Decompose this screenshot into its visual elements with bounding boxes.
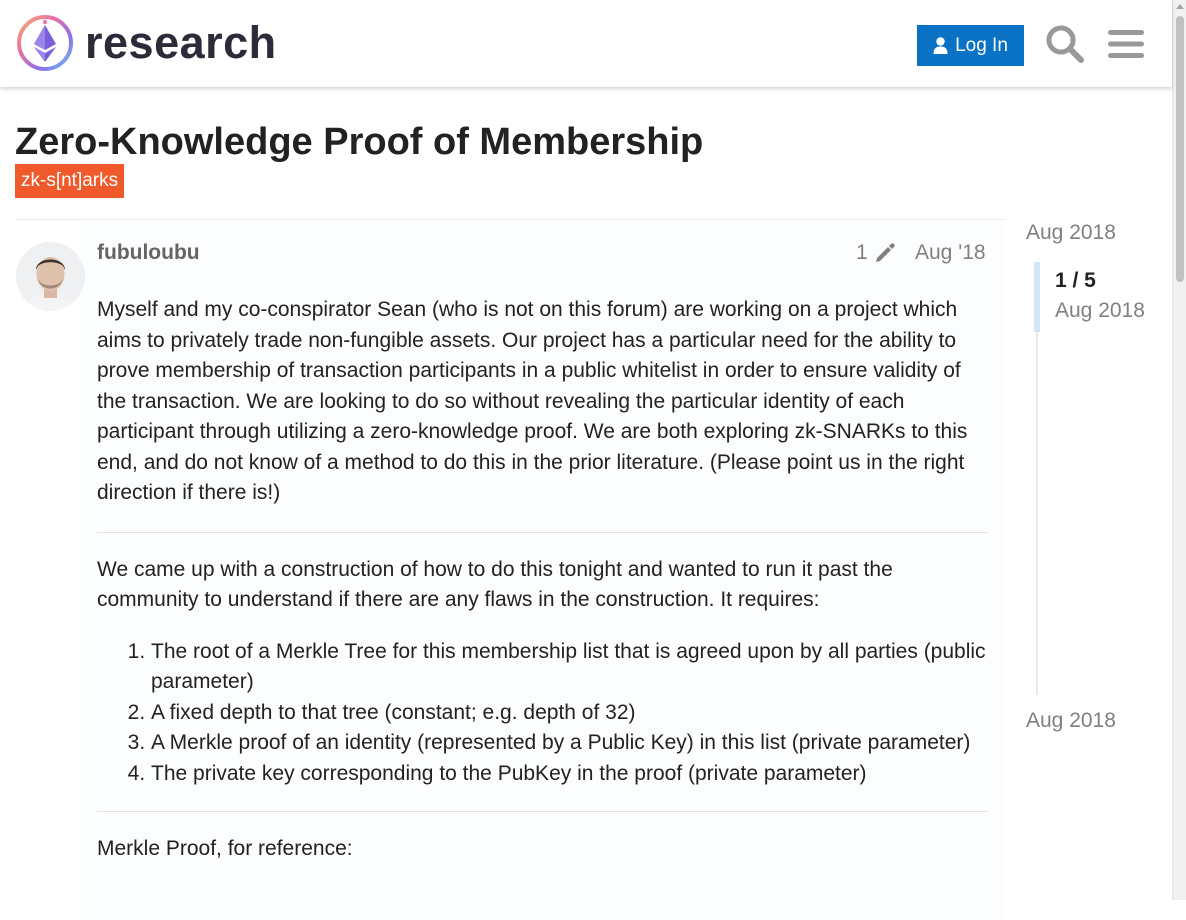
- page-scrollbar[interactable]: [1172, 0, 1186, 900]
- category-badge[interactable]: zk-s[nt]arks: [15, 164, 125, 198]
- hamburger-menu-icon: [1108, 30, 1144, 58]
- post-paragraph: Merkle Proof, for reference:: [97, 837, 353, 860]
- site-header: research Log In: [0, 0, 1172, 87]
- timeline-end-date[interactable]: Aug 2018: [1026, 706, 1116, 736]
- edit-history-button[interactable]: 1: [856, 238, 896, 268]
- timeline-scroller-handle[interactable]: [1034, 262, 1040, 332]
- topic-title[interactable]: Zero-Knowledge Proof of Membership: [15, 116, 703, 168]
- scroll-up-arrow-icon[interactable]: [1176, 4, 1184, 9]
- scrollbar-thumb[interactable]: [1176, 16, 1184, 282]
- requirements-list: The root of a Merkle Tree for this membe…: [97, 637, 988, 790]
- search-icon: [1046, 25, 1084, 63]
- edit-count: 1: [856, 241, 868, 264]
- timeline-start-date[interactable]: Aug 2018: [1026, 218, 1116, 248]
- post-author-link[interactable]: fubuloubu: [97, 238, 200, 268]
- list-item: The private key corresponding to the Pub…: [151, 759, 988, 790]
- avatar-image: [16, 242, 85, 311]
- login-button-label: Log In: [955, 34, 1008, 56]
- list-item: A fixed depth to that tree (constant; e.…: [151, 698, 988, 729]
- post-date-link[interactable]: Aug '18: [915, 238, 986, 268]
- horizontal-rule: [97, 531, 988, 533]
- user-icon: [933, 37, 948, 54]
- home-logo-link[interactable]: research: [16, 14, 277, 72]
- login-button[interactable]: Log In: [917, 25, 1024, 66]
- horizontal-rule: [97, 811, 988, 812]
- post-paragraph: We came up with a construction of how to…: [97, 557, 893, 612]
- logo-icon: [17, 15, 73, 71]
- list-item: The root of a Merkle Tree for this membe…: [151, 637, 988, 698]
- list-item: A Merkle proof of an identity (represent…: [151, 728, 988, 759]
- pencil-icon: [875, 243, 895, 262]
- avatar[interactable]: [16, 242, 85, 311]
- post-paragraph: Myself and my co-conspirator Sean (who i…: [97, 298, 968, 504]
- post-content: Myself and my co-conspirator Sean (who i…: [97, 295, 988, 865]
- search-button[interactable]: [1042, 21, 1088, 67]
- timeline-position-date: Aug 2018: [1055, 299, 1145, 322]
- menu-button[interactable]: [1103, 21, 1149, 67]
- timeline-position: 1 / 5: [1055, 269, 1096, 292]
- logo-text: research: [85, 17, 277, 68]
